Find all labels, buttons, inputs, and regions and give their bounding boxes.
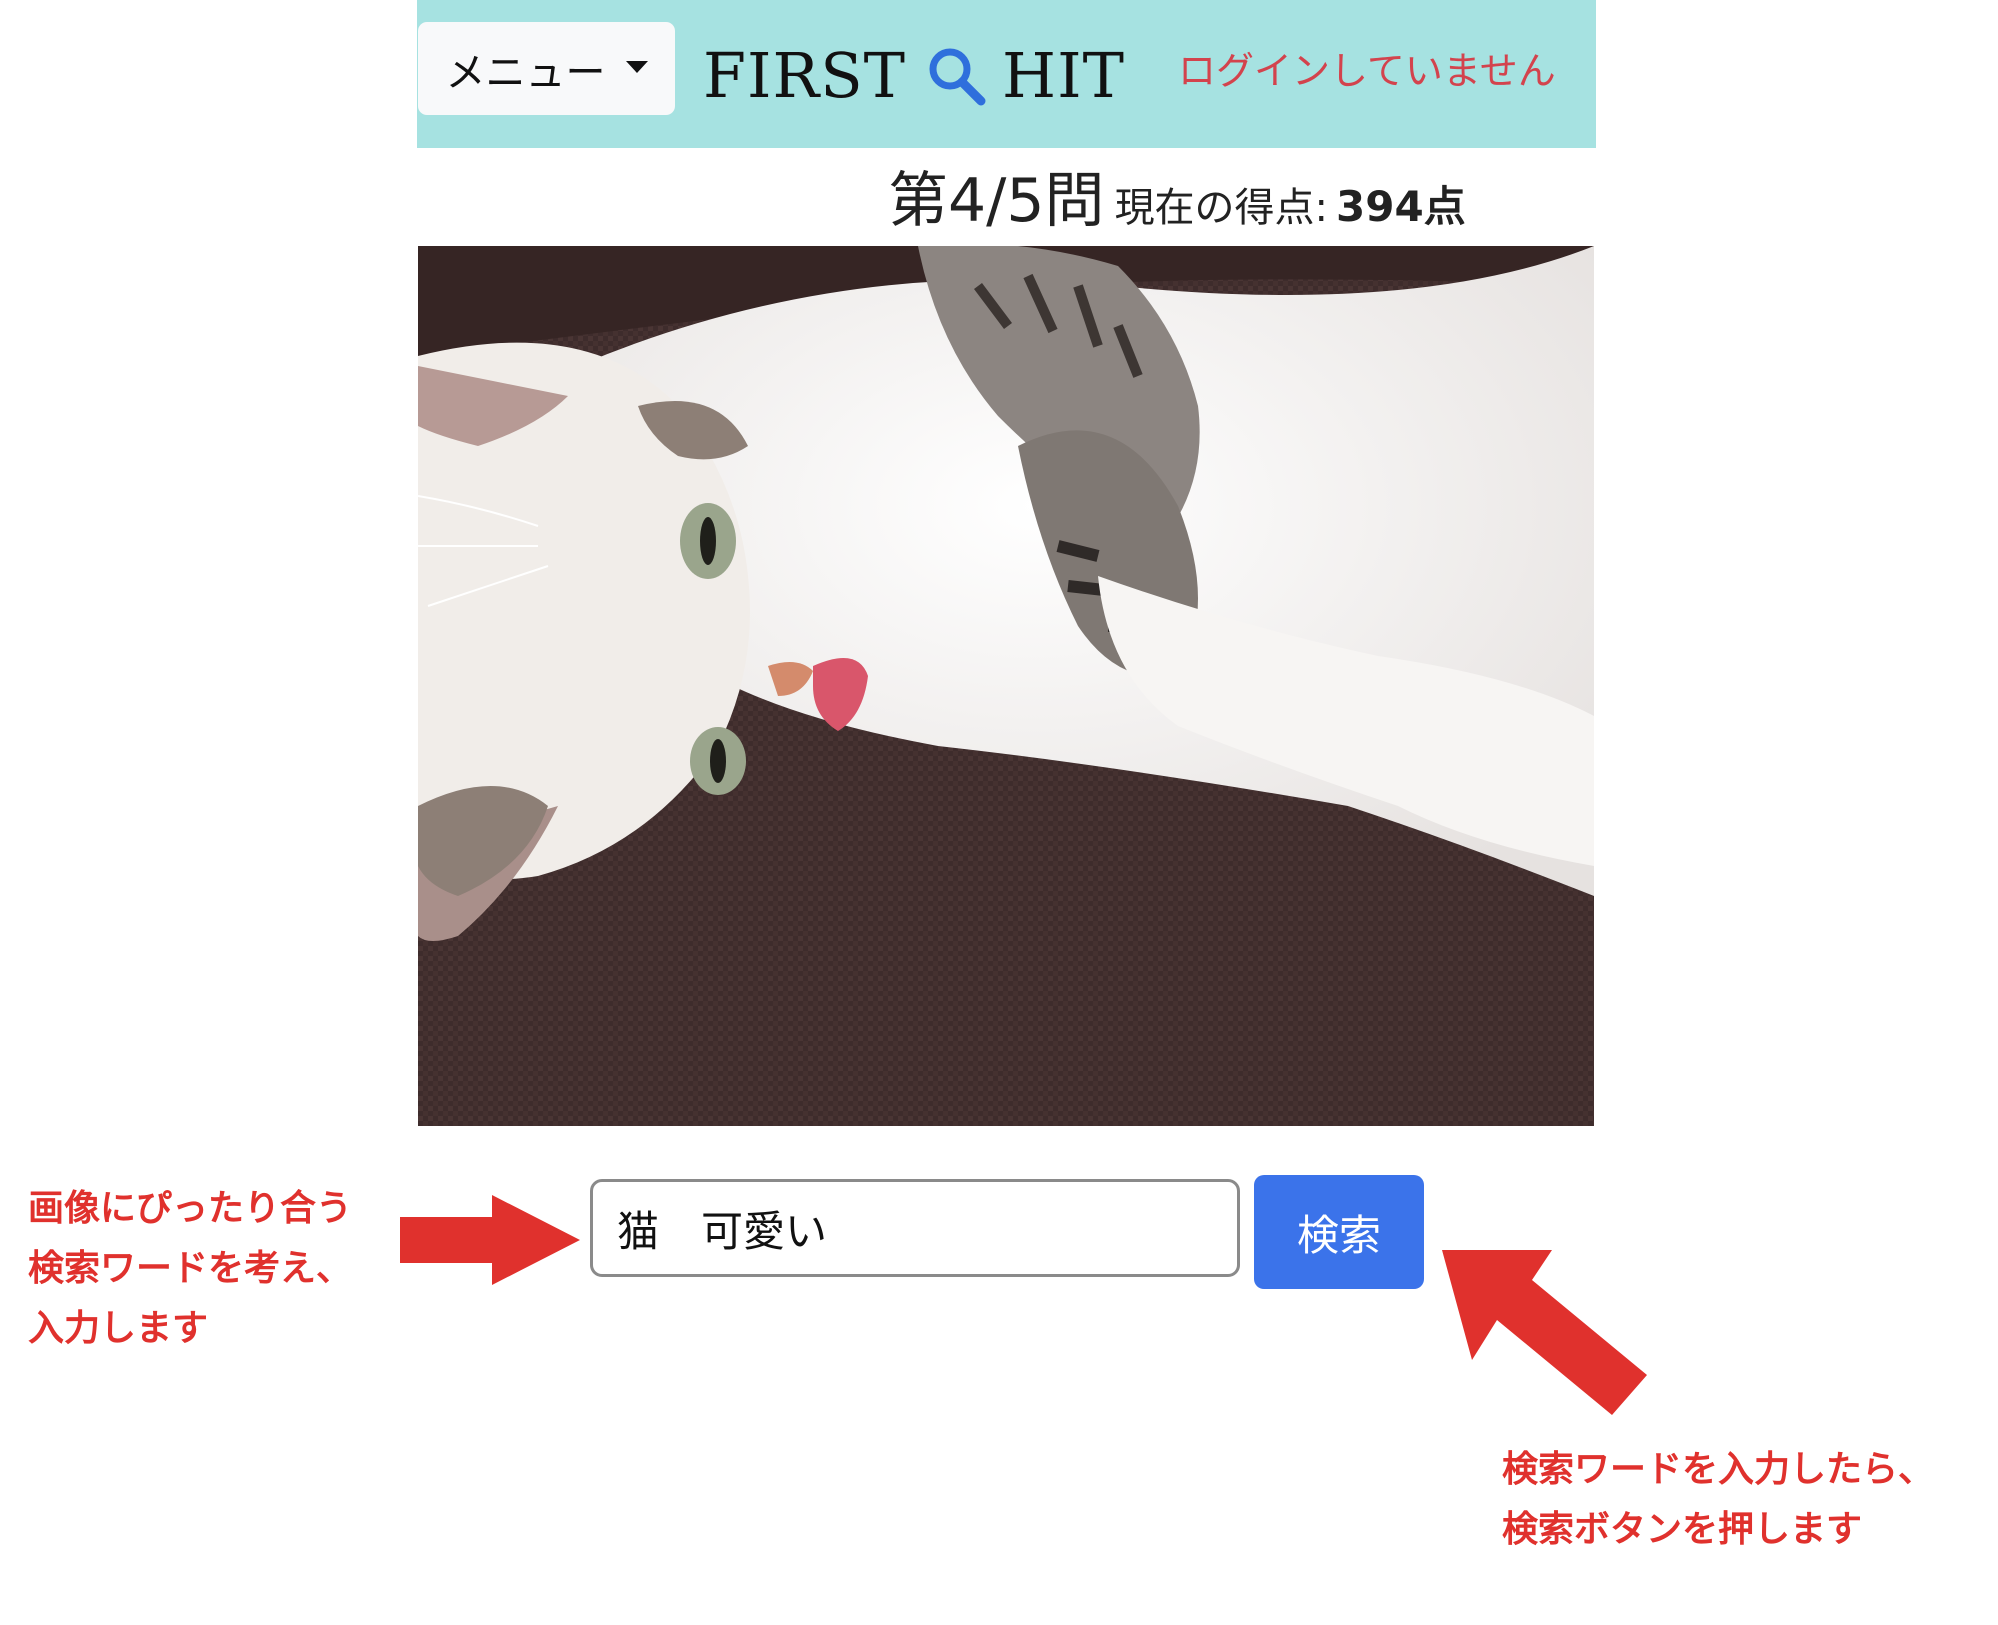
search-input[interactable] xyxy=(590,1179,1240,1277)
arrow-right-icon xyxy=(400,1195,580,1285)
score-line: 第4/5問 現在の得点: 394点 xyxy=(888,152,1466,236)
arrow-up-left-icon xyxy=(1442,1250,1647,1415)
menu-button-label: メニュー xyxy=(445,49,606,96)
annotation-left-line: 検索ワードを考え、 xyxy=(28,1248,353,1289)
annotation-right-line: 検索ボタンを押します xyxy=(1502,1509,1863,1550)
menu-button[interactable]: メニュー xyxy=(418,22,675,115)
logo-text-first: FIRST xyxy=(703,38,907,112)
login-status-link[interactable]: ログインしていません xyxy=(1178,40,1556,95)
annotation-right-line: 検索ワードを入力したら、 xyxy=(1502,1449,1935,1490)
annotation-right: 検索ワードを入力したら、 検索ボタンを押します xyxy=(1502,1440,1934,1560)
search-icon xyxy=(929,48,986,106)
annotation-left-line: 画像にぴったり合う xyxy=(28,1188,353,1229)
annotation-left-line: 入力します xyxy=(28,1308,209,1349)
quiz-image xyxy=(418,246,1594,1126)
annotation-left: 画像にぴったり合う 検索ワードを考え、 入力します xyxy=(28,1179,352,1359)
site-logo[interactable]: FIRST HIT xyxy=(703,35,1125,115)
score-value: 394点 xyxy=(1336,182,1466,231)
score-label: 現在の得点: xyxy=(1114,185,1329,231)
logo-text-hit: HIT xyxy=(1002,38,1125,112)
question-counter: 第4/5問 xyxy=(888,166,1105,236)
search-button[interactable]: 検索 xyxy=(1254,1175,1424,1289)
cat-photo xyxy=(418,246,1594,1126)
caret-down-icon xyxy=(625,60,648,73)
